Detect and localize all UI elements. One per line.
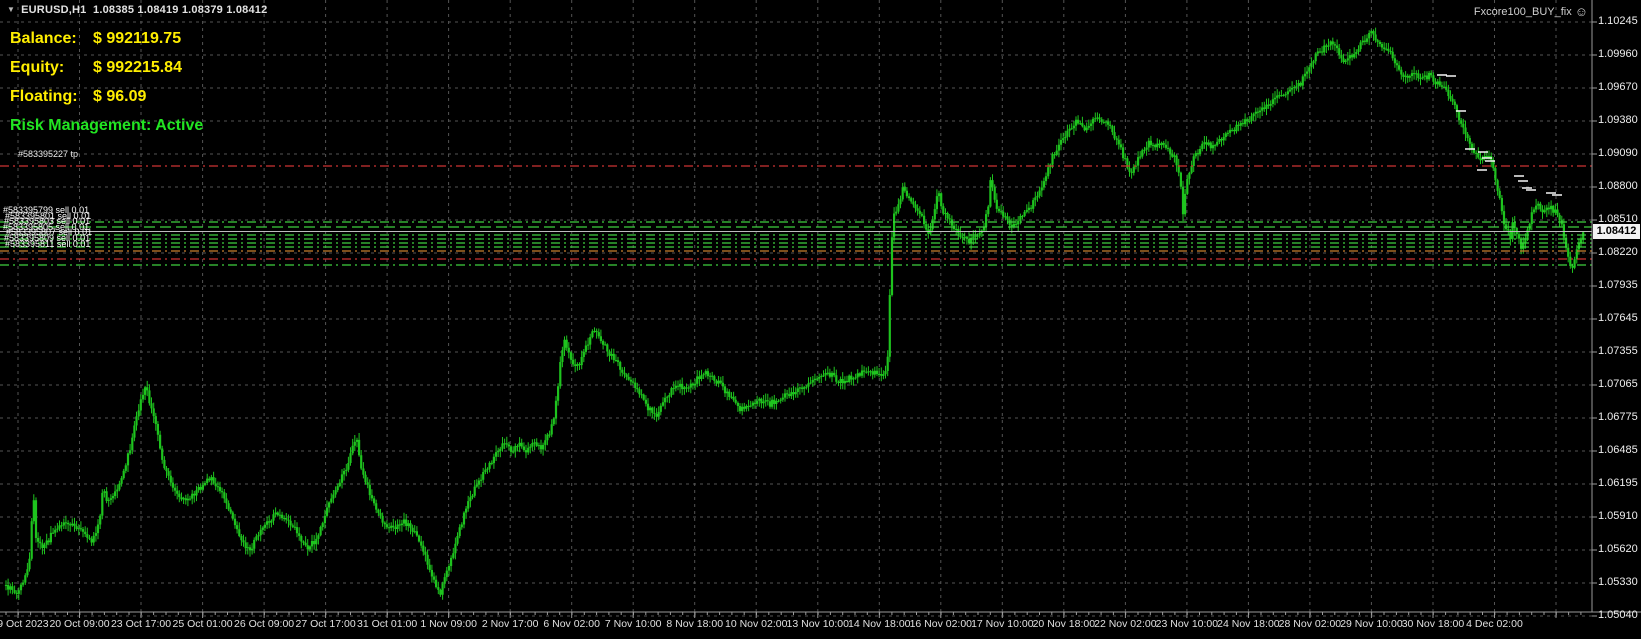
balance-value: $ 992119.75 xyxy=(93,30,182,47)
price-axis-label: 1.05620 xyxy=(1598,543,1638,555)
price-axis-label: 1.08800 xyxy=(1598,180,1638,192)
price-axis-label: 1.05330 xyxy=(1598,576,1638,588)
chart-dropdown-icon[interactable]: ▼ xyxy=(7,5,15,14)
equity-value: $ 992215.84 xyxy=(93,59,182,76)
time-axis-label: 4 Dec 02:00 xyxy=(1466,618,1523,630)
candlestick-chart-area[interactable] xyxy=(0,0,1641,639)
tp-line-label: #583395227 tp xyxy=(18,149,79,159)
mt4-chart-window: ▼ EURUSD,H1 1.08385 1.08419 1.08379 1.084… xyxy=(0,0,1641,639)
price-axis-label: 1.09380 xyxy=(1598,114,1638,126)
price-axis-label: 1.07355 xyxy=(1598,345,1638,357)
price-axis-label: 1.09090 xyxy=(1598,147,1638,159)
order-lines[interactable] xyxy=(0,165,1592,266)
price-axis-label: 1.10245 xyxy=(1598,15,1638,27)
indicator-name-text: Fxcore100_BUY_fix xyxy=(1473,6,1572,18)
price-axis-label: 1.05910 xyxy=(1598,510,1638,522)
price-axis-label: 1.06195 xyxy=(1598,477,1638,489)
equity-label: Equity: xyxy=(10,59,65,76)
price-axis-label: 1.06775 xyxy=(1598,411,1638,423)
axis-frame xyxy=(0,0,1641,618)
price-axis-label: 1.09960 xyxy=(1598,48,1638,60)
price-axis-label: 1.07065 xyxy=(1598,378,1638,390)
balance-row: Balance: $ 992119.75 xyxy=(10,30,181,48)
price-axis-label: 1.08220 xyxy=(1598,246,1638,258)
floating-value: $ 96.09 xyxy=(93,88,147,105)
risk-management-text: Risk Management: Active xyxy=(10,117,204,134)
price-axis-label: 1.05040 xyxy=(1598,609,1638,621)
price-axis-label: 1.07935 xyxy=(1598,279,1638,291)
trade-open-markers xyxy=(1437,74,1562,196)
equity-row: Equity: $ 992215.84 xyxy=(10,59,182,77)
symbol-ohlc-text: EURUSD,H1 1.08385 1.08419 1.08379 1.0841… xyxy=(21,4,268,16)
floating-row: Floating: $ 96.09 xyxy=(10,88,146,106)
price-axis-label: 1.09670 xyxy=(1598,81,1638,93)
indicator-name-label: Fxcore100_BUY_fix ☺ xyxy=(1474,4,1588,19)
balance-label: Balance: xyxy=(10,30,77,47)
smiley-icon: ☺ xyxy=(1574,4,1588,19)
floating-label: Floating: xyxy=(10,88,78,105)
price-axis-label: 1.06485 xyxy=(1598,444,1638,456)
candles xyxy=(4,27,1585,600)
symbol-ohlc-line: ▼ EURUSD,H1 1.08385 1.08419 1.08379 1.084… xyxy=(7,4,267,16)
current-price-box: 1.08412 xyxy=(1593,224,1640,239)
price-axis-label: 1.07645 xyxy=(1598,312,1638,324)
order-line-label: #583395811 sell 0.01 xyxy=(5,239,91,249)
risk-management-row: Risk Management: Active xyxy=(10,117,203,135)
